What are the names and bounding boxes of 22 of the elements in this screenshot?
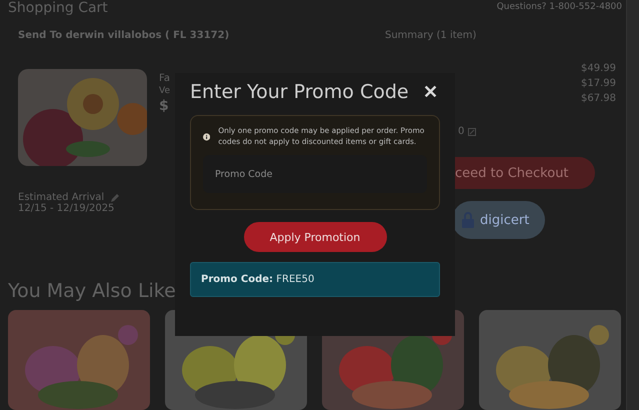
dialog-title: Enter Your Promo Code (190, 81, 409, 103)
product-price: $ (159, 98, 170, 114)
section-title: You May Also Like (8, 280, 177, 302)
summary-title: Summary (1 item) (385, 30, 478, 41)
product-name: Fa (159, 73, 170, 84)
edit-icon[interactable] (468, 128, 476, 136)
summary-amount: $49.99 (581, 63, 616, 74)
summary-amount: $17.99 (581, 78, 616, 89)
code-text: 0 (458, 126, 464, 137)
page-title: Shopping Cart (8, 0, 108, 16)
arrival-dates: 12/15 - 12/19/2025 (18, 203, 116, 214)
recipient-text: Send To derwin villalobos ( FL 33172) (18, 30, 230, 41)
phone-link[interactable]: Questions? 1-800-552-4800 (496, 2, 622, 12)
badge-text: digicert (480, 212, 530, 228)
apply-button[interactable]: Apply Promotion (244, 222, 386, 252)
arrival-label: Estimated Arrival (18, 192, 104, 203)
applied-code-banner: Promo Code: FREE50 (190, 262, 440, 297)
close-button[interactable]: ✕ (421, 81, 440, 103)
product-detail: Ve (159, 86, 170, 96)
pencil-icon[interactable] (110, 192, 120, 202)
summary-amount: $67.98 (581, 93, 616, 104)
promo-code-field[interactable]: Promo Code (203, 155, 427, 193)
